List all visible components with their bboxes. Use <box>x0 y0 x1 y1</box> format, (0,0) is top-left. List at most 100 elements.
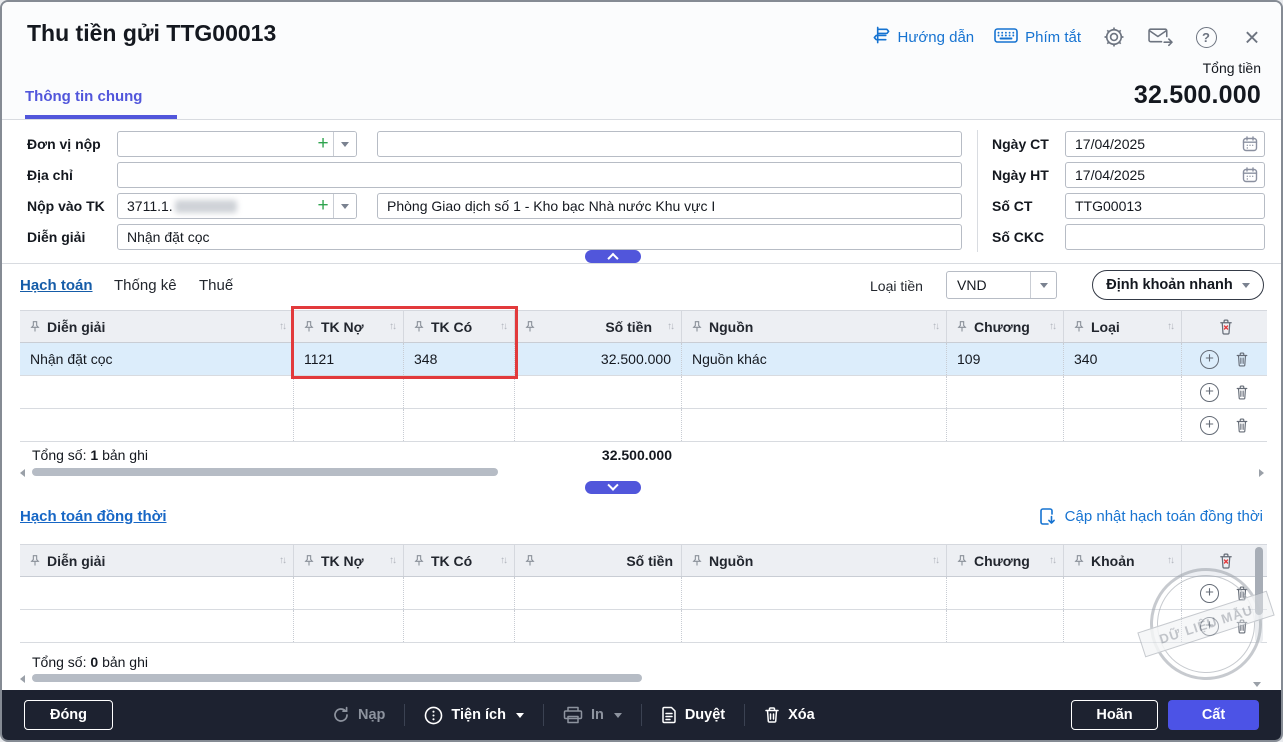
tab-thue[interactable]: Thuế <box>199 277 233 294</box>
tab-thong-ke[interactable]: Thống kê <box>114 277 177 294</box>
dropdown-arrow-icon[interactable] <box>333 194 356 218</box>
table-row[interactable]: Nhận đặt cọc 1121 348 32.500.000 Nguồn k… <box>20 343 1267 376</box>
col-tk-no[interactable]: TK Nợ ↑↓ <box>294 545 404 576</box>
add-row-icon[interactable]: + <box>1200 415 1219 435</box>
horizontal-scrollbar[interactable] <box>20 673 1267 683</box>
sort-icon[interactable]: ↑↓ <box>279 321 287 332</box>
col-tk-no[interactable]: TK Nợ ↑↓ <box>294 311 404 342</box>
delete-row-icon[interactable] <box>1235 417 1249 433</box>
table-row-empty[interactable]: + <box>20 577 1267 610</box>
sort-icon[interactable]: ↑↓ <box>500 555 508 566</box>
so-ct-input[interactable] <box>1065 193 1265 219</box>
update-simultaneous-link[interactable]: Cập nhật hạch toán đồng thời <box>1039 507 1263 526</box>
sort-icon[interactable]: ↑↓ <box>667 321 675 332</box>
reload-button[interactable]: Nạp <box>332 706 385 724</box>
help-icon[interactable]: ? <box>1193 24 1219 50</box>
guide-link[interactable]: Hướng dẫn <box>872 26 974 48</box>
sort-icon[interactable]: ↑↓ <box>1049 555 1057 566</box>
don-vi-nop-combo[interactable]: + <box>117 131 357 157</box>
shortcut-link[interactable]: Phím tắt <box>994 27 1081 48</box>
sort-icon[interactable]: ↑↓ <box>932 321 940 332</box>
simultaneous-table: Diễn giải ↑↓ TK Nợ ↑↓ TK Có ↑↓ Số tiền Nguồ… <box>20 544 1267 643</box>
sort-icon[interactable]: ↑↓ <box>1167 555 1175 566</box>
sort-icon[interactable]: ↑↓ <box>389 321 397 332</box>
tab-thong-tin-chung[interactable]: Thông tin chung <box>25 88 142 105</box>
calendar-icon[interactable] <box>1242 167 1258 188</box>
print-button[interactable]: In <box>563 706 622 724</box>
currency-select[interactable]: VND <box>946 271 1057 299</box>
simultaneous-section-title[interactable]: Hạch toán đồng thời <box>20 508 166 525</box>
scroll-left-icon[interactable] <box>20 675 25 683</box>
save-button[interactable]: Cất <box>1168 700 1259 730</box>
add-icon[interactable]: + <box>313 195 333 217</box>
scroll-right-icon[interactable] <box>1259 469 1264 477</box>
quick-entry-button[interactable]: Định khoản nhanh <box>1092 270 1264 300</box>
titlebar: Thu tiền gửi TTG00013 Hướng dẫn Phím tắt… <box>2 2 1281 120</box>
dien-giai-input[interactable] <box>117 224 962 250</box>
nop-vao-tk-name-input[interactable] <box>377 193 962 219</box>
delete-row-icon[interactable] <box>1235 585 1249 601</box>
tab-hach-toan[interactable]: Hạch toán <box>20 277 93 294</box>
delete-row-icon[interactable] <box>1235 384 1249 400</box>
sort-icon[interactable]: ↑↓ <box>1049 321 1057 332</box>
table-row-empty[interactable]: + <box>20 409 1267 442</box>
delete-all-rows-button[interactable] <box>1182 311 1267 342</box>
masked-account-number <box>174 199 237 213</box>
add-icon[interactable]: + <box>313 133 333 155</box>
chevron-down-icon <box>607 479 619 491</box>
col-tk-co[interactable]: TK Có ↑↓ <box>404 545 515 576</box>
add-row-icon[interactable]: + <box>1200 382 1219 402</box>
col-tk-co[interactable]: TK Có ↑↓ <box>404 311 515 342</box>
add-row-icon[interactable]: + <box>1200 349 1219 369</box>
add-row-icon[interactable]: + <box>1200 583 1219 603</box>
close-icon[interactable]: × <box>1239 24 1265 50</box>
col-nguon[interactable]: Nguồn ↑↓ <box>682 311 947 342</box>
ngay-ht-input[interactable] <box>1065 162 1265 188</box>
table-row-empty[interactable]: + <box>20 610 1267 643</box>
sort-icon[interactable]: ↑↓ <box>932 555 940 566</box>
col-dien-giai[interactable]: Diễn giải ↑↓ <box>20 545 294 576</box>
nop-vao-tk-value[interactable]: 3711.1. <box>118 198 313 214</box>
delete-row-icon[interactable] <box>1235 351 1249 367</box>
col-so-tien[interactable]: Số tiền ↑↓ <box>515 311 682 342</box>
so-ckc-input[interactable] <box>1065 224 1265 250</box>
settings-icon[interactable] <box>1101 24 1127 50</box>
col-so-tien[interactable]: Số tiền <box>515 545 682 576</box>
collapse-form-button[interactable] <box>585 250 641 264</box>
delete-button[interactable]: Xóa <box>764 706 815 724</box>
sort-icon[interactable]: ↑↓ <box>500 321 508 332</box>
col-loai[interactable]: Loại ↑↓ <box>1064 311 1182 342</box>
pin-icon <box>1074 321 1084 332</box>
dropdown-arrow-icon[interactable] <box>333 132 356 156</box>
scrollbar-thumb[interactable] <box>1255 547 1263 615</box>
close-button[interactable]: Đóng <box>24 700 113 730</box>
calendar-icon[interactable] <box>1242 136 1258 157</box>
sort-icon[interactable]: ↑↓ <box>279 555 287 566</box>
col-chuong[interactable]: Chương ↑↓ <box>947 545 1064 576</box>
scrollbar-thumb[interactable] <box>32 674 642 682</box>
ngay-ct-input[interactable] <box>1065 131 1265 157</box>
scrollbar-thumb[interactable] <box>32 468 498 476</box>
add-row-icon[interactable]: + <box>1200 616 1219 636</box>
scroll-left-icon[interactable] <box>20 469 25 477</box>
utilities-button[interactable]: Tiện ích <box>424 706 524 725</box>
col-khoan[interactable]: Khoản ↑↓ <box>1064 545 1182 576</box>
sort-icon[interactable]: ↑↓ <box>389 555 397 566</box>
delete-row-icon[interactable] <box>1235 618 1249 634</box>
nop-vao-tk-combo[interactable]: 3711.1. + <box>117 193 357 219</box>
approve-button[interactable]: Duyệt <box>661 706 725 724</box>
col-chuong[interactable]: Chương ↑↓ <box>947 311 1064 342</box>
pin-icon <box>414 555 424 566</box>
dia-chi-input[interactable] <box>117 162 962 188</box>
sort-icon[interactable]: ↑↓ <box>1167 321 1175 332</box>
expand-section-button[interactable] <box>585 479 641 494</box>
vertical-scrollbar[interactable] <box>1255 545 1263 643</box>
scroll-down-icon[interactable] <box>1253 682 1261 687</box>
horizontal-scrollbar[interactable] <box>20 467 1267 477</box>
col-nguon[interactable]: Nguồn ↑↓ <box>682 545 947 576</box>
table-row-empty[interactable]: + <box>20 376 1267 409</box>
send-mail-icon[interactable] <box>1147 24 1173 50</box>
postpone-button[interactable]: Hoãn <box>1071 700 1158 730</box>
don-vi-nop-name-input[interactable] <box>377 131 962 157</box>
col-dien-giai[interactable]: Diễn giải ↑↓ <box>20 311 294 342</box>
